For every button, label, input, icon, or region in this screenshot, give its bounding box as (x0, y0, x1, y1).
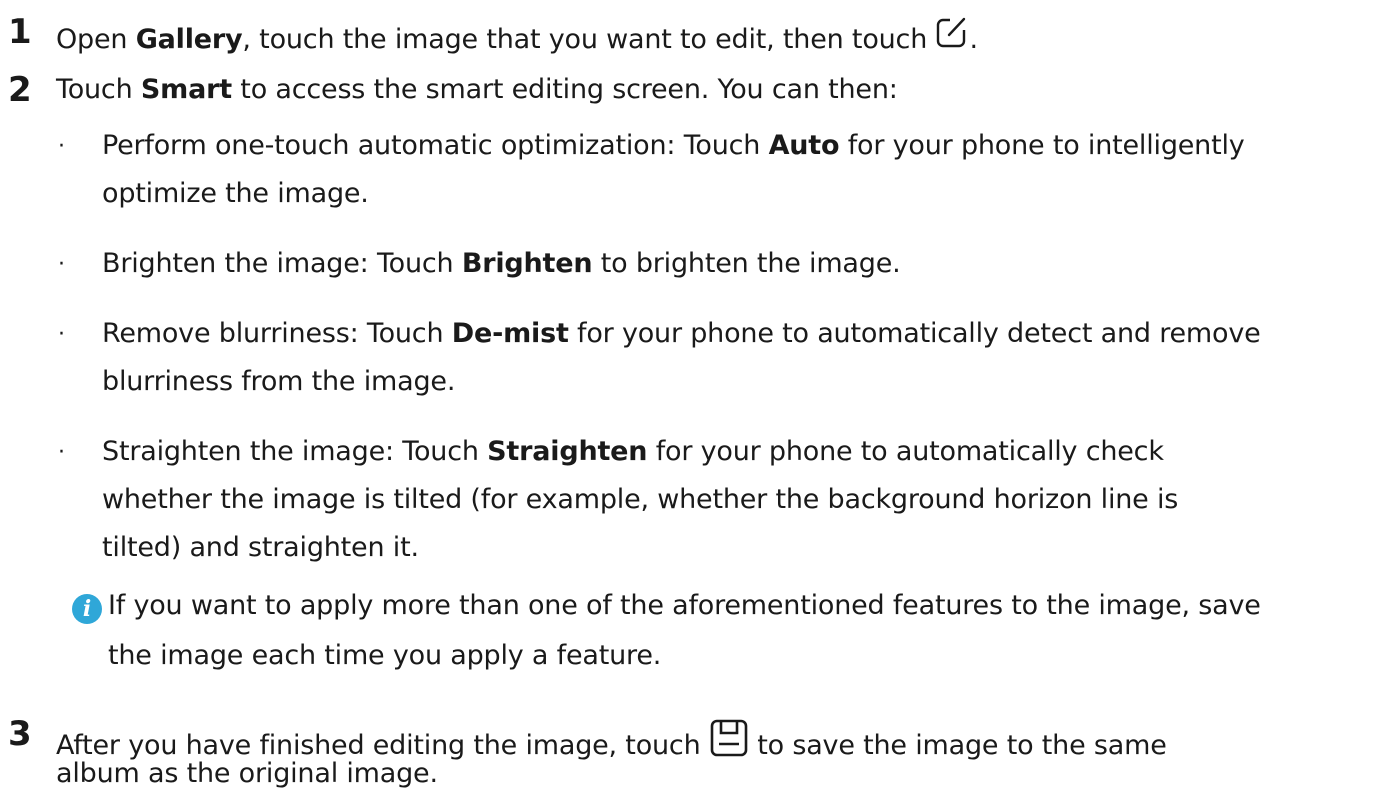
smart-label: Smart (140, 74, 232, 105)
bullet-dot: · (58, 252, 65, 277)
bullet-dot: · (58, 322, 65, 347)
step-number: 3 (8, 714, 32, 754)
bullet-dot: · (58, 134, 65, 159)
gallery-label: Gallery (135, 24, 243, 55)
step-number: 1 (8, 12, 32, 52)
edit-icon (936, 16, 970, 55)
save-icon (709, 718, 749, 765)
bullet-dot: · (58, 440, 65, 465)
step-2-text: Touch Smart to access the smart editing … (56, 74, 898, 105)
step-1-text: Open Gallery, touch the image that you w… (56, 16, 978, 55)
step-number: 2 (8, 70, 32, 110)
info-icon: i (72, 594, 102, 624)
